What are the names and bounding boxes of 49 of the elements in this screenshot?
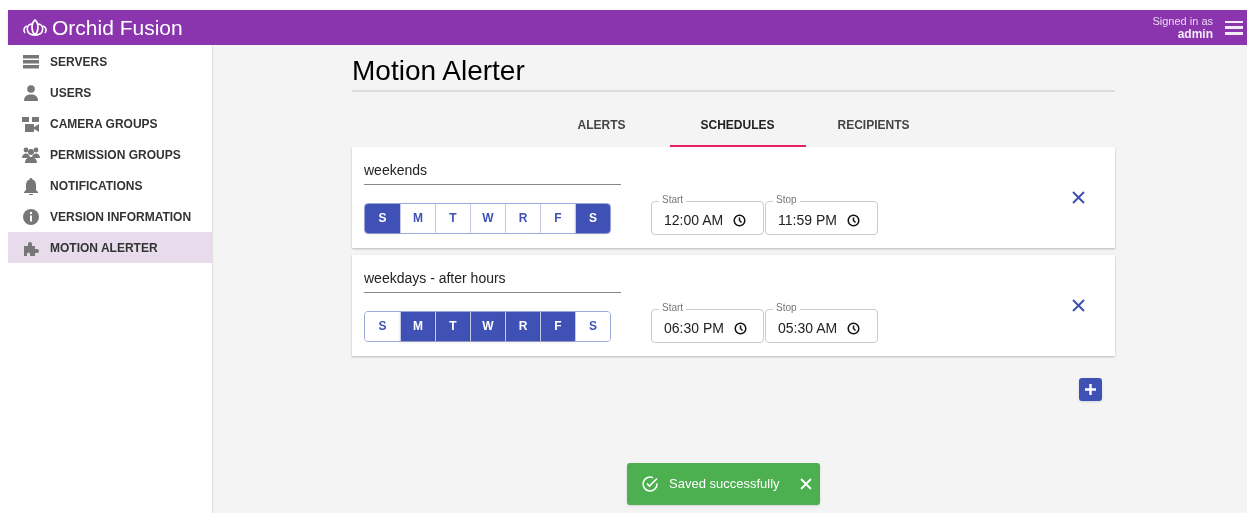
tab[interactable]: RECIPIENTS (805, 105, 942, 147)
add-button[interactable] (1079, 378, 1102, 401)
menu-icon[interactable] (1225, 18, 1243, 37)
lotus-logo-icon (22, 17, 48, 38)
close-icon[interactable] (1072, 191, 1085, 204)
nav-item[interactable]: VERSION INFORMATION (8, 201, 212, 232)
people-icon (22, 145, 40, 164)
username: admin (1177, 27, 1213, 41)
tab[interactable]: ALERTS (533, 105, 670, 147)
servers-icon (22, 52, 40, 71)
day-toggle[interactable]: T (435, 311, 470, 341)
name-field[interactable]: weekdays - after hours (364, 269, 621, 293)
time-value: 11:59 PM (778, 210, 837, 230)
time-value: 12:00 AM (664, 210, 724, 230)
day-toggle[interactable]: S (365, 203, 400, 233)
brand-name: Orchid Fusion (52, 14, 183, 41)
page-title: Motion Alerter (352, 45, 1115, 92)
day-toggle[interactable]: R (505, 311, 540, 341)
clock-icon (733, 321, 747, 335)
name-field[interactable]: weekends (364, 161, 621, 185)
check-circle-icon (641, 475, 659, 493)
clock-icon (846, 213, 860, 227)
day-toggle[interactable]: M (400, 311, 435, 341)
day-toggle[interactable]: F (540, 311, 575, 341)
day-toggle[interactable]: S (575, 203, 610, 233)
day-toggle[interactable]: W (470, 311, 505, 341)
field-label: Stop (773, 194, 800, 206)
time-value: 06:30 PM (664, 318, 724, 338)
user-icon (22, 83, 40, 102)
close-icon[interactable] (1072, 299, 1085, 312)
nav-item[interactable]: USERS (8, 77, 212, 108)
time-value: 05:30 AM (778, 318, 838, 338)
nav-item[interactable]: MOTION ALERTER (8, 232, 212, 263)
camera-icon (22, 114, 40, 133)
field-label: Start (659, 302, 687, 314)
field-label: Stop (773, 302, 800, 314)
day-toggle[interactable]: S (575, 311, 610, 341)
info-icon (22, 207, 40, 226)
signed-in-label: Signed in as (1152, 14, 1213, 28)
nav-item[interactable]: NOTIFICATIONS (8, 170, 212, 201)
toast-message: Saved successfully (669, 475, 780, 494)
bell-icon (22, 176, 40, 195)
nav-item[interactable]: CAMERA GROUPS (8, 108, 212, 139)
nav-item[interactable]: PERMISSION GROUPS (8, 139, 212, 170)
field-label: Start (659, 194, 687, 206)
plus-icon (1084, 383, 1097, 396)
clock-icon (733, 213, 747, 227)
nav-item[interactable]: SERVERS (8, 46, 212, 77)
clock-icon (847, 321, 861, 335)
